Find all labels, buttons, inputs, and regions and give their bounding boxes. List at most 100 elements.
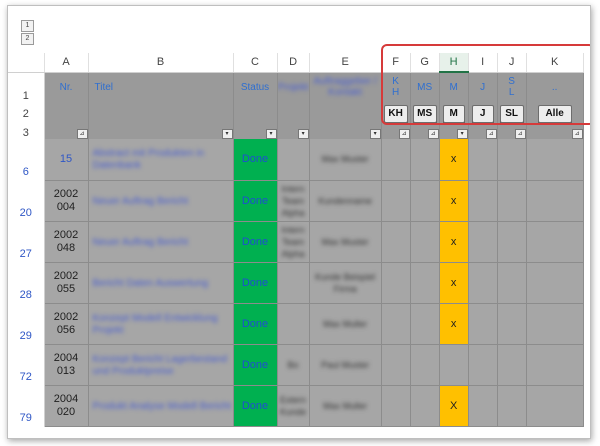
- cell[interactable]: [497, 344, 527, 386]
- column-header-b[interactable]: B: [88, 53, 234, 73]
- cell[interactable]: [468, 303, 498, 345]
- cell-m-marker[interactable]: x: [439, 221, 469, 263]
- cell[interactable]: [410, 385, 440, 427]
- row-number[interactable]: 1: [8, 72, 45, 102]
- cell-titel[interactable]: Konzept Bericht Lagerbestand und Produkt…: [93, 354, 228, 377]
- column-header-e[interactable]: E: [309, 53, 382, 73]
- outline-level-2-button[interactable]: 2: [21, 33, 34, 45]
- column-header-k[interactable]: K: [526, 53, 584, 73]
- cell[interactable]: [309, 102, 382, 126]
- cell[interactable]: [497, 221, 527, 263]
- cell-e[interactable]: Max Muller: [323, 319, 367, 329]
- column-header-a[interactable]: A: [44, 53, 89, 73]
- cell[interactable]: [526, 139, 584, 181]
- cell-m-marker[interactable]: [439, 344, 469, 386]
- cell-titel[interactable]: Produkt Analyse Modell Bericht: [93, 401, 231, 412]
- header-j[interactable]: J: [468, 72, 498, 102]
- cell[interactable]: [381, 180, 411, 222]
- cell-e[interactable]: Kundenname: [318, 196, 372, 206]
- cell[interactable]: [468, 180, 498, 222]
- cell-m-marker[interactable]: x: [439, 262, 469, 304]
- cell-e[interactable]: Paul Muster: [321, 360, 369, 370]
- cell[interactable]: [526, 344, 584, 386]
- cell-titel[interactable]: Konzept Modell Entwicklung Projekt: [93, 313, 218, 336]
- column-header-j[interactable]: J: [497, 53, 527, 73]
- cell[interactable]: [381, 385, 411, 427]
- cell-m-marker[interactable]: x: [439, 303, 469, 345]
- cell-nr[interactable]: 2002 055: [44, 262, 89, 304]
- cell[interactable]: [497, 180, 527, 222]
- cell[interactable]: [526, 385, 584, 427]
- cell[interactable]: [526, 180, 584, 222]
- cell[interactable]: [381, 221, 411, 263]
- filter-j-button[interactable]: J: [471, 105, 494, 123]
- filter-active-icon[interactable]: ⊿: [427, 129, 439, 139]
- cell[interactable]: [277, 102, 310, 126]
- cell[interactable]: [381, 303, 411, 345]
- column-header-g[interactable]: G: [410, 53, 440, 73]
- row-number[interactable]: 28: [8, 262, 45, 303]
- header-kh[interactable]: K H: [381, 72, 411, 102]
- column-header-f[interactable]: F: [381, 53, 411, 73]
- cell-status[interactable]: Done: [233, 385, 278, 427]
- cell-d[interactable]: [277, 303, 310, 345]
- cell[interactable]: [381, 139, 411, 181]
- row-number[interactable]: 29: [8, 303, 45, 344]
- cell-d[interactable]: Intern Team Alpha: [282, 225, 305, 259]
- row-number[interactable]: 2: [8, 102, 45, 126]
- cell[interactable]: [381, 262, 411, 304]
- cell-nr[interactable]: 15: [44, 139, 89, 181]
- cell[interactable]: [381, 344, 411, 386]
- filter-dropdown-icon[interactable]: ▾: [265, 129, 276, 139]
- filter-kh-button[interactable]: KH: [383, 105, 408, 123]
- cell-e[interactable]: Kunde Beispiel Firma: [315, 272, 375, 294]
- cell-d[interactable]: Intern Team Alpha: [282, 184, 305, 218]
- cell[interactable]: [410, 262, 440, 304]
- filter-active-icon[interactable]: ⊿: [398, 129, 410, 139]
- cell-m-marker[interactable]: X: [439, 385, 469, 427]
- cell[interactable]: [410, 180, 440, 222]
- filter-dropdown-icon[interactable]: ⊿: [76, 129, 87, 139]
- cell[interactable]: [468, 262, 498, 304]
- filter-ms-button[interactable]: MS: [412, 105, 437, 123]
- cell[interactable]: [497, 139, 527, 181]
- column-header-c[interactable]: C: [233, 53, 278, 73]
- cell-titel[interactable]: Neuer Auftrag Bericht: [93, 196, 189, 207]
- header-d[interactable]: Projekt: [277, 72, 310, 102]
- cell[interactable]: [410, 139, 440, 181]
- cell-status[interactable]: Done: [233, 303, 278, 345]
- header-e[interactable]: Auftraggeber / Kontakt: [309, 72, 382, 102]
- filter-alle-button[interactable]: Alle: [537, 105, 572, 123]
- cell-nr[interactable]: 2002 056: [44, 303, 89, 345]
- cell[interactable]: [526, 303, 584, 345]
- filter-sl-button[interactable]: SL: [499, 105, 524, 123]
- cell-titel[interactable]: Abstract mit Produkten in Datenbank: [93, 148, 205, 171]
- row-number[interactable]: 3: [8, 126, 45, 139]
- cell-d[interactable]: Bo: [288, 360, 299, 370]
- header-status[interactable]: Status: [233, 72, 278, 102]
- row-number[interactable]: 27: [8, 221, 45, 262]
- cell-e[interactable]: Max Muster: [322, 154, 369, 164]
- filter-dropdown-icon[interactable]: ▾: [456, 129, 468, 139]
- cell[interactable]: [497, 262, 527, 304]
- cell[interactable]: [410, 303, 440, 345]
- filter-active-icon[interactable]: ⊿: [571, 129, 583, 139]
- header-m[interactable]: M: [439, 72, 469, 102]
- cell-status[interactable]: Done: [233, 139, 278, 181]
- cell-m-marker[interactable]: x: [439, 139, 469, 181]
- cell-e[interactable]: Max Muster: [322, 237, 369, 247]
- header-titel[interactable]: Titel: [88, 72, 234, 102]
- filter-active-icon[interactable]: ⊿: [485, 129, 497, 139]
- cell-d[interactable]: Extern Kunde: [280, 395, 306, 417]
- cell[interactable]: [44, 102, 89, 126]
- row-number[interactable]: 6: [8, 139, 45, 180]
- row-number[interactable]: 20: [8, 180, 45, 221]
- row-header-corner[interactable]: [8, 53, 45, 73]
- cell[interactable]: [468, 221, 498, 263]
- outline-level-1-button[interactable]: 1: [21, 20, 34, 32]
- column-header-d[interactable]: D: [277, 53, 310, 73]
- cell-status[interactable]: Done: [233, 180, 278, 222]
- cell-titel[interactable]: Neuer Auftrag Bericht: [93, 237, 189, 248]
- cell[interactable]: [468, 385, 498, 427]
- header-ms[interactable]: MS: [410, 72, 440, 102]
